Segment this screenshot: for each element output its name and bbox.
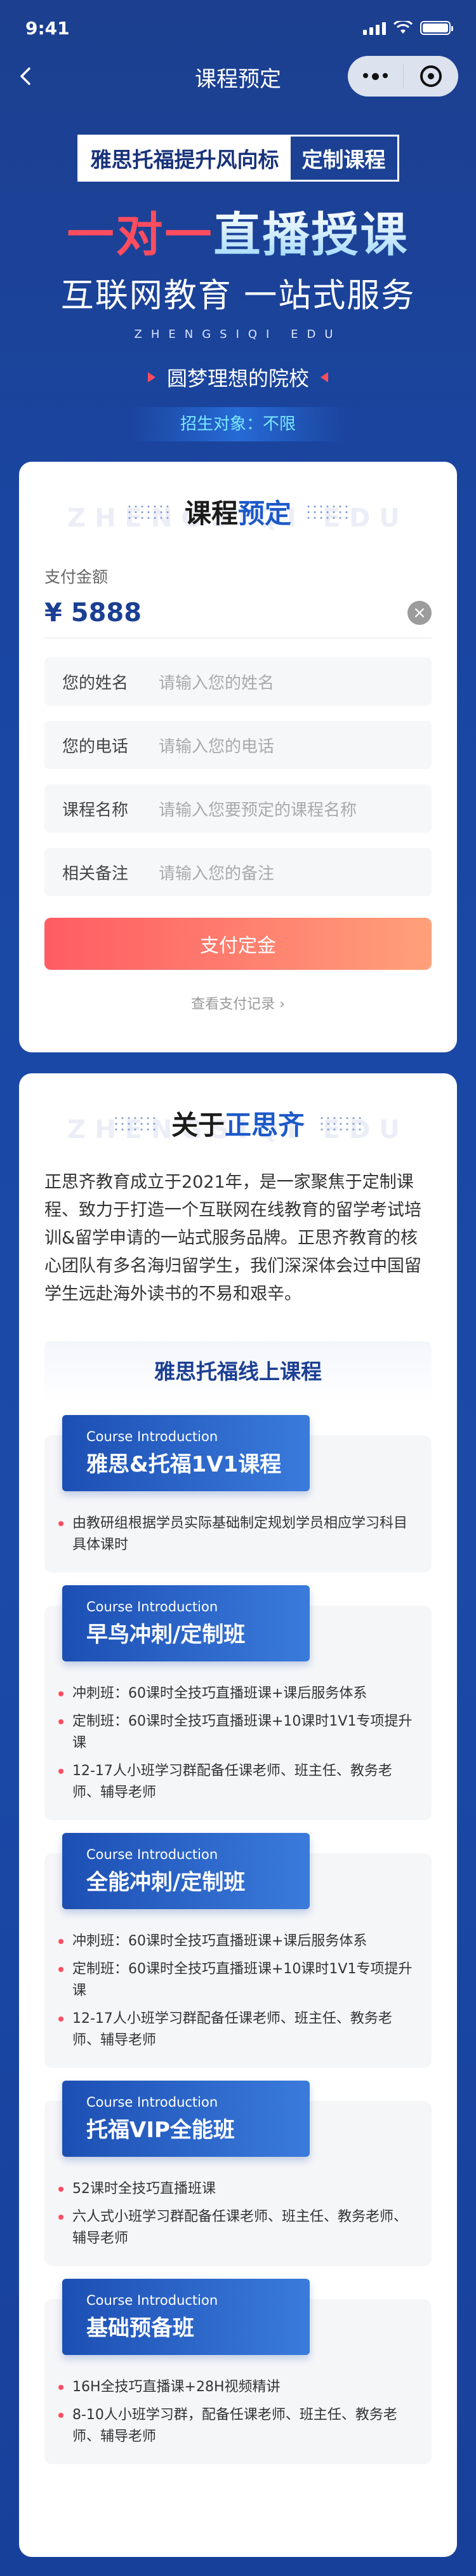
course-badge-title: 全能冲刺/定制班 — [86, 1870, 246, 1895]
course-badge-title: 托福VIP全能班 — [86, 2117, 235, 2143]
about-title-plain: 关于 — [171, 1110, 225, 1141]
close-miniprogram-button[interactable] — [404, 56, 459, 97]
course-badge: Course Introduction 全能冲刺/定制班 — [62, 1833, 310, 1909]
booking-header: ZHENGSIQI EDU 课程预定 — [44, 462, 432, 535]
course-card[interactable]: Course Introduction 早鸟冲刺/定制班 冲刺班：60课时全技巧… — [44, 1585, 432, 1820]
pay-deposit-button[interactable]: 支付定金 — [44, 918, 432, 970]
course-card[interactable]: Course Introduction 基础预备班 16H全技巧直播课+28H视… — [44, 2279, 432, 2464]
course-card[interactable]: Course Introduction 托福VIP全能班 52课时全技巧直播班课… — [44, 2081, 432, 2266]
booking-title: 课程预定 — [44, 462, 432, 531]
wifi-icon — [393, 21, 413, 34]
dot-grid-decoration — [126, 503, 171, 520]
hero-tag-right: 定制课程 — [301, 147, 386, 172]
remarks-input[interactable]: 请输入您的备注 — [159, 861, 274, 884]
field-label: 相关备注 — [62, 864, 129, 883]
course-name-field[interactable]: 课程名称 请输入您要预定的课程名称 — [44, 784, 432, 833]
course-badge: Course Introduction 早鸟冲刺/定制班 — [62, 1585, 310, 1661]
course-badge-title: 早鸟冲刺/定制班 — [86, 1622, 246, 1647]
phone-input[interactable]: 请输入您的电话 — [159, 734, 274, 757]
field-label: 您的姓名 — [62, 673, 129, 693]
hero-tag-left: 雅思托福提升风向标 — [79, 137, 291, 180]
about-description: 正思齐教育成立于2021年，是一家聚焦于定制课程、致力于打造一个互联网在线教育的… — [44, 1172, 421, 1304]
about-title-accent: 正思齐 — [225, 1110, 305, 1141]
hero-banner: 雅思托福提升风向标 定制课程 一对一直播授课 互联网教育 一站式服务 ZHENG… — [0, 98, 476, 457]
about-title: 关于正思齐 — [44, 1073, 432, 1143]
battery-icon — [420, 21, 453, 35]
course-features: 冲刺班：60课时全技巧直播班课+课后服务体系 定制班：60课时全技巧直播班课+1… — [57, 1931, 419, 2051]
course-feature: 定制班：60课时全技巧直播班课+10课时1V1专项提升课 — [57, 1959, 419, 2002]
course-features: 52课时全技巧直播班课 六人式小班学习群配备任课老师、班主任、教务老师、辅导老师 — [57, 2178, 419, 2250]
course-feature: 8-10人小班学习群，配备任课老师、班主任、教务老师、辅导老师 — [57, 2405, 419, 2448]
course-feature: 16H全技巧直播课+28H视频精讲 — [57, 2377, 419, 2398]
course-name-input[interactable]: 请输入您要预定的课程名称 — [159, 797, 357, 821]
course-feature: 定制班：60课时全技巧直播班课+10课时1V1专项提升课 — [57, 1711, 419, 1754]
booking-card: ZHENGSIQI EDU 课程预定 支付金额 ¥ 5888 × 您的姓名 请输… — [19, 462, 457, 1052]
amount-value[interactable]: ¥ 5888 — [44, 598, 142, 627]
hero-headline-blue: 直播授课 — [213, 208, 409, 262]
dot-grid-decoration — [305, 503, 350, 520]
field-label: 您的电话 — [62, 737, 129, 756]
hero-headline-red: 一对一 — [67, 208, 214, 262]
about-header: ZHENGSIQI EDU 关于正思齐 — [44, 1073, 432, 1147]
enrollment-target: 招生对象：不限 — [130, 407, 346, 441]
hero-headline: 一对一直播授课 — [0, 197, 476, 265]
course-badge: Course Introduction 基础预备班 — [62, 2279, 310, 2355]
signal-icon — [363, 21, 386, 35]
status-bar: 9:41 — [0, 0, 476, 56]
hero-pinyin: ZHENGSIQI EDU — [134, 328, 342, 341]
hero-subtitle: 互联网教育 一站式服务 — [60, 277, 416, 315]
course-badge-en: Course Introduction — [86, 2293, 218, 2308]
course-feature: 冲刺班：60课时全技巧直播班课+课后服务体系 — [57, 1931, 419, 1952]
page-title: 课程预定 — [195, 66, 281, 92]
course-badge-en: Course Introduction — [86, 1599, 218, 1614]
remarks-field[interactable]: 相关备注 请输入您的备注 — [44, 848, 432, 896]
nav-bar: 课程预定 — [0, 56, 476, 98]
booking-title-accent: 预定 — [238, 498, 292, 529]
more-button[interactable] — [348, 56, 403, 97]
booking-title-plain: 课程 — [184, 498, 238, 529]
name-field[interactable]: 您的姓名 请输入您的姓名 — [44, 657, 432, 706]
course-badge-en: Course Introduction — [86, 1847, 218, 1862]
dot-grid-decoration — [319, 1115, 364, 1132]
hero-slogan-text: 圆梦理想的院校 — [166, 366, 309, 391]
triangle-right-icon — [147, 372, 155, 382]
course-badge: Course Introduction 托福VIP全能班 — [62, 2081, 310, 2157]
booking-form: 您的姓名 请输入您的姓名 您的电话 请输入您的电话 课程名称 请输入您要预定的课… — [44, 657, 432, 896]
about-card: ZHENGSIQI EDU 关于正思齐 正思齐教育成立于2021年，是一家聚焦于… — [19, 1073, 457, 2557]
courses-heading: 雅思托福线上课程 — [44, 1341, 432, 1402]
field-label: 课程名称 — [62, 800, 129, 820]
amount-row: ¥ 5888 × — [44, 587, 432, 638]
clear-icon[interactable]: × — [407, 600, 432, 625]
back-arrow-icon[interactable] — [14, 64, 39, 89]
course-feature: 六人式小班学习群配备任课老师、班主任、教务老师、辅导老师 — [57, 2206, 419, 2250]
course-features: 16H全技巧直播课+28H视频精讲 8-10人小班学习群，配备任课老师、班主任、… — [57, 2377, 419, 2448]
course-badge-title: 雅思&托福1V1课程 — [86, 1452, 282, 1477]
more-dots-icon — [362, 72, 388, 80]
course-feature: 52课时全技巧直播班课 — [57, 2178, 419, 2200]
amount-label: 支付金额 — [44, 568, 109, 586]
course-card[interactable]: Course Introduction 雅思&托福1V1课程 由教研组根据学员实… — [44, 1415, 432, 1573]
hero-slogan: 圆梦理想的院校 — [0, 363, 476, 392]
payment-records-link[interactable]: 查看支付记录 › — [44, 993, 432, 1013]
triangle-left-icon — [321, 372, 328, 382]
course-feature: 由教研组根据学员实际基础制定规划学员相应学习科目具体课时 — [57, 1513, 419, 1556]
course-badge-title: 基础预备班 — [86, 2316, 194, 2341]
name-input[interactable]: 请输入您的姓名 — [159, 670, 274, 694]
course-features: 冲刺班：60课时全技巧直播班课+课后服务体系 定制班：60课时全技巧直播班课+1… — [57, 1683, 419, 1804]
course-features: 由教研组根据学员实际基础制定规划学员相应学习科目具体课时 — [57, 1513, 419, 1556]
course-card[interactable]: Course Introduction 全能冲刺/定制班 冲刺班：60课时全技巧… — [44, 1833, 432, 2068]
course-badge: Course Introduction 雅思&托福1V1课程 — [62, 1415, 310, 1491]
course-badge-en: Course Introduction — [86, 2095, 218, 2110]
course-feature: 12-17人小班学习群配备任课老师、班主任、教务老师、辅导老师 — [57, 2008, 419, 2051]
course-badge-en: Course Introduction — [86, 1429, 218, 1444]
course-feature: 12-17人小班学习群配备任课老师、班主任、教务老师、辅导老师 — [57, 1761, 419, 1804]
phone-field[interactable]: 您的电话 请输入您的电话 — [44, 721, 432, 769]
status-icons — [363, 21, 453, 35]
target-close-icon — [420, 65, 442, 87]
hero-tags: 雅思托福提升风向标 定制课程 — [77, 135, 399, 182]
status-time: 9:41 — [25, 17, 70, 39]
miniprogram-capsule — [348, 56, 458, 97]
course-feature: 冲刺班：60课时全技巧直播班课+课后服务体系 — [57, 1683, 419, 1705]
dot-grid-decoration — [112, 1115, 157, 1132]
